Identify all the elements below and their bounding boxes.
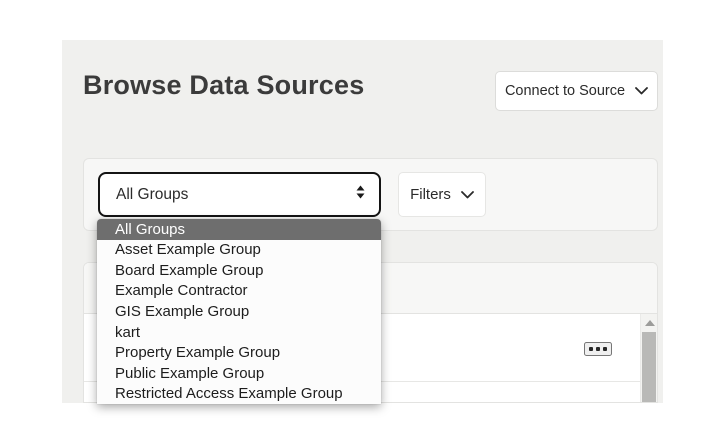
connect-to-source-button[interactable]: Connect to Source	[495, 71, 658, 111]
dropdown-option[interactable]: Restricted Access Example Group	[97, 383, 381, 404]
dropdown-option[interactable]: Property Example Group	[97, 342, 381, 363]
page-title: Browse Data Sources	[83, 70, 365, 100]
dropdown-option[interactable]: GIS Example Group	[97, 301, 381, 322]
connect-to-source-label: Connect to Source	[504, 83, 626, 99]
results-scrollbar[interactable]	[640, 314, 657, 402]
more-options-button[interactable]	[584, 342, 612, 356]
ellipsis-icon	[589, 347, 607, 351]
dropdown-option[interactable]: kart	[97, 322, 381, 343]
scrollbar-thumb[interactable]	[642, 332, 656, 402]
scroll-up-button[interactable]	[641, 316, 657, 330]
dropdown-option[interactable]: Example Contractor	[97, 281, 381, 302]
chevron-down-icon	[635, 87, 648, 95]
group-select-value: All Groups	[116, 185, 189, 203]
dropdown-option[interactable]: All Groups	[97, 219, 381, 240]
triangle-up-icon	[644, 320, 655, 326]
filters-button[interactable]: Filters	[398, 172, 486, 217]
chevron-down-icon	[461, 190, 474, 199]
dropdown-option[interactable]: Board Example Group	[97, 260, 381, 281]
browse-data-sources-page: { "page": { "title": "Browse Data Source…	[0, 0, 720, 447]
up-down-stepper-icon	[356, 185, 365, 204]
filters-label: Filters	[410, 186, 451, 203]
dropdown-option[interactable]: Public Example Group	[97, 363, 381, 384]
dropdown-option[interactable]: Asset Example Group	[97, 240, 381, 261]
group-select[interactable]: All Groups	[98, 172, 381, 217]
group-dropdown-list: All Groups Asset Example Group Board Exa…	[97, 219, 381, 404]
